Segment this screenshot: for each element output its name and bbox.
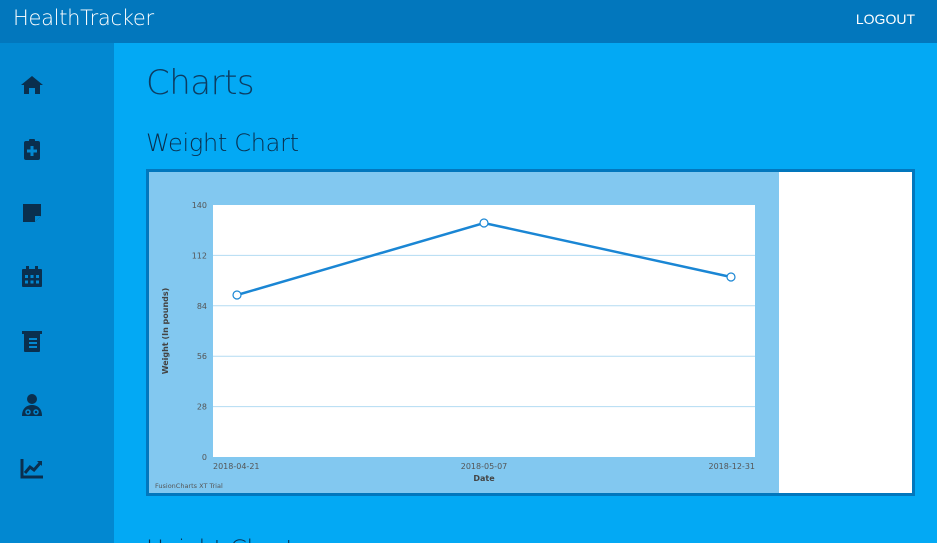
weight-chart-canvas: 0 28 56 84 112 140 2018-04-21 2018-05-07 2018-12… — [149, 172, 779, 493]
calendar-icon — [22, 266, 42, 287]
sidebar — [0, 43, 114, 543]
data-point[interactable] — [726, 272, 736, 282]
x-tick-label: 2018-12-31 — [709, 462, 756, 471]
document-icon — [22, 331, 42, 352]
y-tick-label: 112 — [192, 251, 207, 260]
home-icon — [21, 76, 43, 94]
y-tick-label: 56 — [197, 352, 207, 361]
line-chart-icon — [20, 459, 43, 479]
y-tick-label: 0 — [202, 453, 207, 462]
watermark-text: FusionCharts XT Trial — [155, 482, 223, 490]
weight-chart: 0 28 56 84 112 140 2018-04-21 2018-05-07 2018-12… — [155, 201, 756, 490]
sidebar-item-charts[interactable] — [17, 453, 47, 483]
sidebar-item-documents[interactable] — [17, 326, 47, 356]
data-point[interactable] — [479, 218, 489, 228]
x-tick-label: 2018-04-21 — [213, 462, 260, 471]
y-axis-label: Weight (In pounds) — [161, 288, 170, 375]
y-tick-label: 84 — [197, 302, 207, 311]
y-tick-label: 140 — [192, 201, 207, 210]
app-title[interactable]: HealthTracker — [13, 6, 154, 30]
weight-chart-title: Weight Chart — [146, 129, 299, 157]
sticky-note-icon — [23, 204, 41, 222]
sidebar-item-notes[interactable] — [17, 198, 47, 228]
height-chart-title: Height Chart — [146, 535, 295, 543]
clipboard-plus-icon — [24, 139, 40, 160]
weight-chart-container: 0 28 56 84 112 140 2018-04-21 2018-05-07 2018-12… — [146, 169, 915, 496]
x-axis-label: Date — [473, 474, 495, 483]
data-point[interactable] — [232, 290, 242, 300]
plot-area — [213, 205, 755, 457]
sidebar-item-records[interactable] — [17, 134, 47, 164]
top-app-bar: HealthTracker LOGOUT — [0, 0, 937, 43]
page-title: Charts — [146, 63, 255, 103]
sidebar-item-doctors[interactable] — [17, 390, 47, 420]
sidebar-item-calendar[interactable] — [17, 262, 47, 292]
y-tick-label: 28 — [197, 403, 207, 412]
sidebar-item-home[interactable] — [17, 70, 47, 100]
doctor-icon — [22, 394, 42, 416]
x-tick-label: 2018-05-07 — [461, 462, 508, 471]
logout-button[interactable]: LOGOUT — [856, 11, 915, 27]
